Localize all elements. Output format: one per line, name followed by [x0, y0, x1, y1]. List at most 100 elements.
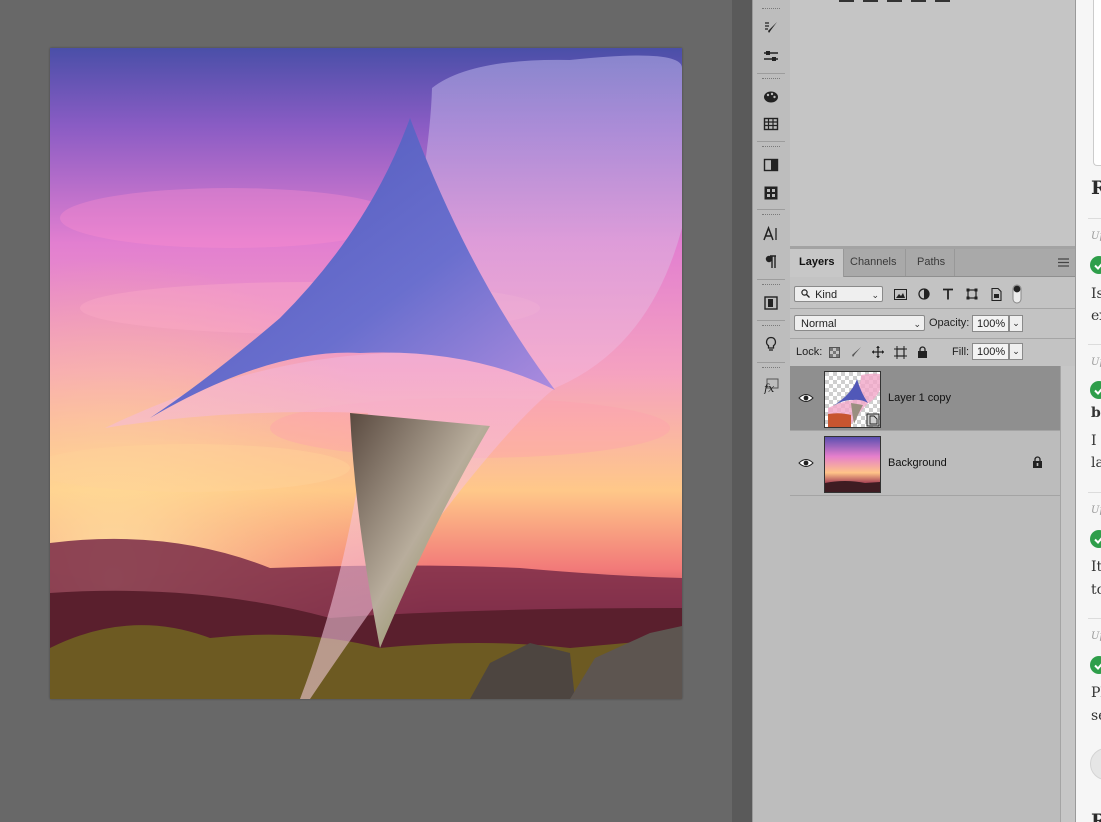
brush-settings-icon[interactable]: [759, 17, 783, 39]
document-canvas[interactable]: [50, 48, 682, 699]
fill-dropdown-button[interactable]: ⌄: [1009, 343, 1023, 360]
layer-name[interactable]: Background: [888, 457, 947, 469]
doc-heading-2: R: [1091, 810, 1101, 822]
panel-icon-strip: fx: [752, 0, 791, 822]
entry-body-line: It': [1091, 559, 1101, 575]
tab-paths[interactable]: Paths: [908, 249, 956, 276]
paragraph-icon[interactable]: [759, 251, 783, 273]
blend-mode-select[interactable]: Normal ⌄: [794, 315, 925, 331]
entry-body-line: se: [1091, 708, 1101, 724]
entry-meta: Up: [1091, 505, 1101, 516]
lock-transparency-icon[interactable]: [826, 344, 842, 360]
grip[interactable]: [762, 78, 780, 81]
filter-shape-icon[interactable]: [964, 286, 980, 302]
opacity-input[interactable]: 100%: [972, 315, 1009, 332]
tab-layers[interactable]: Layers: [790, 249, 845, 277]
lock-image-pixels-icon[interactable]: [848, 344, 864, 360]
entry-meta: Up: [1091, 357, 1101, 368]
check-icon: [1090, 381, 1101, 399]
character-icon[interactable]: [759, 223, 783, 245]
panel-button[interactable]: [911, 0, 926, 2]
color-palette-icon[interactable]: [759, 86, 783, 108]
grip[interactable]: [762, 214, 780, 217]
layers-tabbar: Layers Channels Paths: [790, 249, 1075, 277]
layers-list[interactable]: Layer 1 copy Background: [790, 366, 1075, 822]
visibility-eye-icon[interactable]: [798, 456, 814, 470]
swatches-grid-icon[interactable]: [759, 113, 783, 135]
panel-menu-icon[interactable]: [1058, 258, 1069, 267]
adjustments-icon[interactable]: [759, 45, 783, 67]
layers-scrollbar[interactable]: [1060, 366, 1076, 822]
divider: [757, 279, 785, 280]
panel-button[interactable]: [863, 0, 878, 2]
entry-body-line: Is: [1091, 286, 1101, 302]
pattern-icon[interactable]: [759, 182, 783, 204]
filter-type-icon[interactable]: [940, 286, 956, 302]
divider: [757, 73, 785, 74]
layer-row-background[interactable]: Background: [790, 431, 1060, 496]
check-icon: [1090, 530, 1101, 548]
swatches-panel: [790, 0, 1075, 247]
lock-all-icon[interactable]: [914, 344, 930, 360]
gradient-icon[interactable]: [759, 154, 783, 176]
lock-row: Lock: Fill: 100% ⌄: [790, 339, 1075, 367]
doc-card: [1093, 0, 1101, 166]
search-icon: [801, 287, 810, 303]
layer-thumbnail[interactable]: [824, 371, 881, 428]
layer-name[interactable]: Layer 1 copy: [888, 392, 951, 404]
learn-lightbulb-icon[interactable]: [759, 333, 783, 355]
divider: [1088, 344, 1101, 345]
filter-kind-select[interactable]: Kind ⌄: [794, 286, 883, 302]
visibility-eye-icon[interactable]: [798, 391, 814, 405]
divider: [757, 141, 785, 142]
libraries-icon[interactable]: [759, 292, 783, 314]
entry-body-line: la: [1091, 455, 1101, 471]
entry-meta: Up: [1091, 631, 1101, 642]
canvas-area[interactable]: [0, 0, 732, 822]
entry-body-line: I l: [1091, 433, 1101, 449]
blend-mode-value: Normal: [801, 318, 837, 330]
entry-title: be: [1091, 405, 1101, 421]
panel-button[interactable]: [935, 0, 950, 2]
panels-column: Layers Channels Paths Kind ⌄ Normal ⌄ Op…: [790, 0, 1076, 822]
panel-gutter: [732, 0, 752, 822]
entry-body-line: to: [1091, 582, 1101, 598]
artwork-image: [50, 48, 682, 699]
circle-button[interactable]: [1090, 748, 1101, 780]
lock-icon[interactable]: [1032, 456, 1044, 469]
fill-input[interactable]: 100%: [972, 343, 1009, 360]
filter-toggle-switch[interactable]: [1012, 284, 1022, 304]
chevron-down-icon: ⌄: [913, 319, 921, 329]
lock-artboard-icon[interactable]: [892, 344, 908, 360]
check-icon: [1090, 656, 1101, 674]
grip[interactable]: [762, 146, 780, 149]
panel-button[interactable]: [887, 0, 902, 2]
check-icon: [1090, 256, 1101, 274]
tab-channels[interactable]: Channels: [841, 249, 907, 276]
panel-button[interactable]: [839, 0, 854, 2]
divider: [757, 209, 785, 210]
filter-adjustment-icon[interactable]: [916, 286, 932, 302]
svg-text:fx: fx: [763, 382, 775, 394]
divider: [1088, 618, 1101, 619]
doc-heading: R: [1091, 177, 1101, 199]
entry-meta: Up: [1091, 231, 1101, 242]
filter-smart-object-icon[interactable]: [988, 286, 1004, 302]
layer-row-layer-1-copy[interactable]: Layer 1 copy: [790, 366, 1060, 431]
opacity-dropdown-button[interactable]: ⌄: [1009, 315, 1023, 332]
filter-kind-label: Kind: [815, 289, 838, 301]
entry-body-line: Pl: [1091, 685, 1101, 701]
grip[interactable]: [762, 325, 780, 328]
lock-label: Lock:: [796, 346, 823, 358]
layer-thumbnail[interactable]: [824, 436, 881, 493]
styles-fx-icon[interactable]: fx: [759, 375, 783, 397]
fill-label: Fill:: [952, 346, 970, 358]
filter-pixel-icon[interactable]: [892, 286, 908, 302]
divider: [1088, 218, 1101, 219]
grip[interactable]: [762, 284, 780, 287]
lock-position-icon[interactable]: [870, 344, 886, 360]
blend-row: Normal ⌄ Opacity: 100% ⌄: [790, 309, 1075, 339]
grip[interactable]: [762, 8, 780, 11]
grip[interactable]: [762, 367, 780, 370]
opacity-label: Opacity:: [929, 317, 970, 329]
